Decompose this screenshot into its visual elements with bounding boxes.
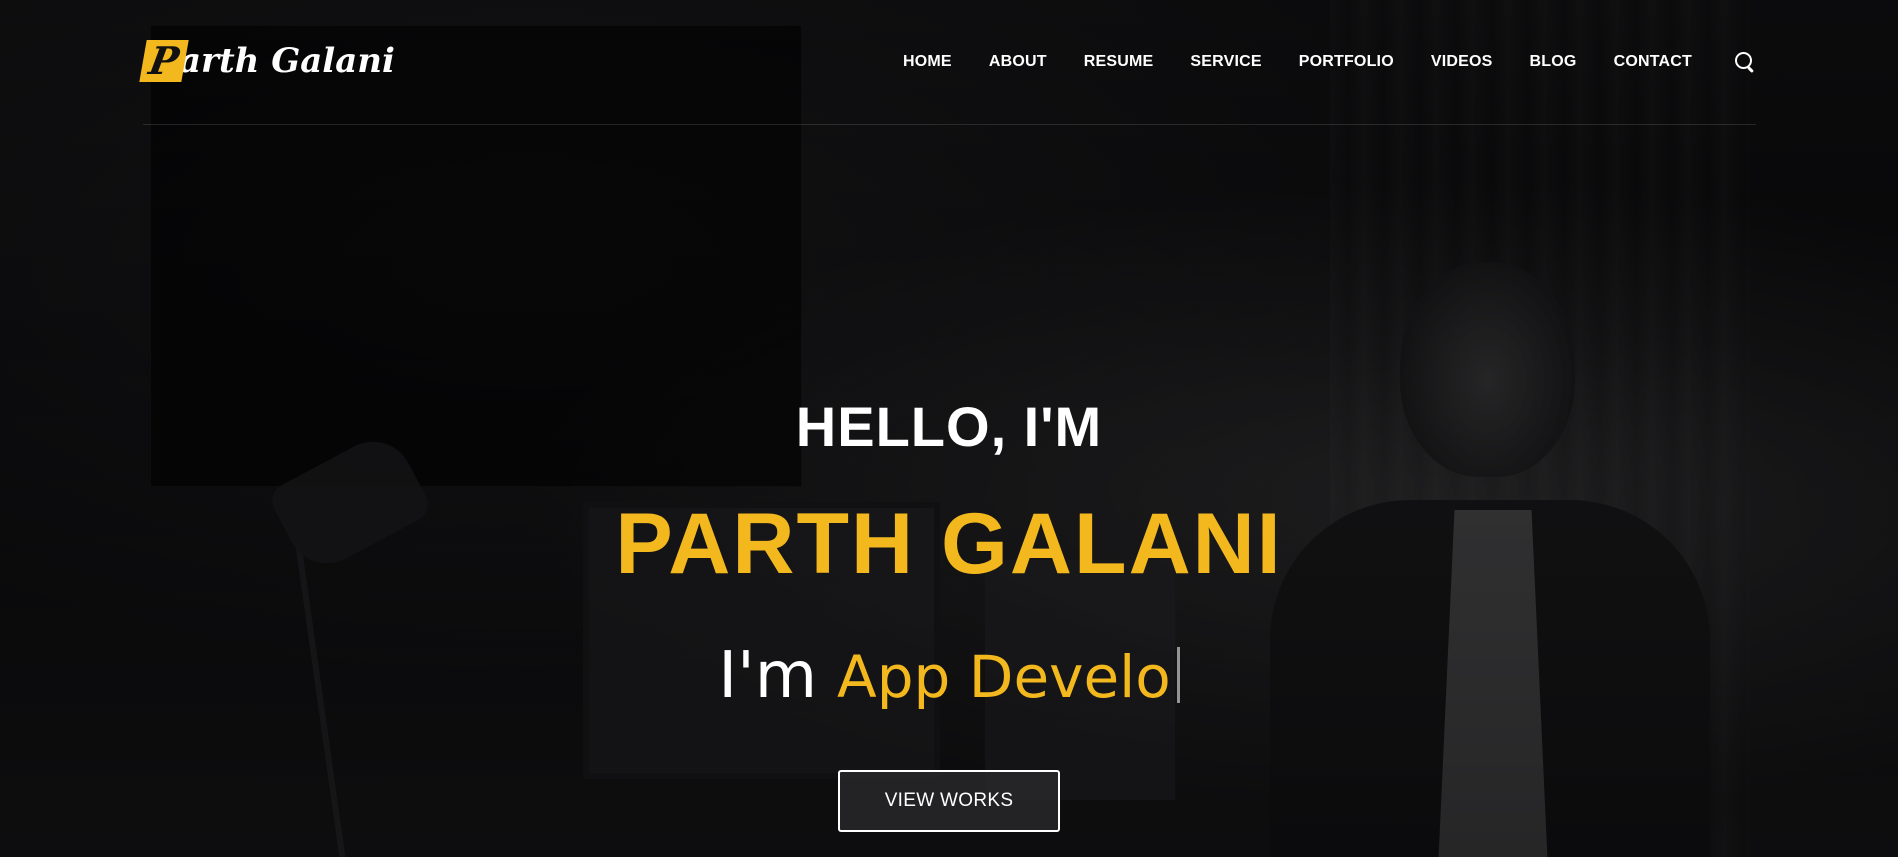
hero-content: HELLO, I'M PARTH GALANI I'm App Develo VI…: [0, 0, 1898, 857]
hero-section: P arth Galani HOME ABOUT RESUME SERVICE …: [0, 0, 1898, 857]
hero-typed-prefix: I'm: [718, 639, 818, 713]
view-works-button[interactable]: VIEW WORKS: [838, 770, 1060, 832]
hero-typed-line: I'm App Develo: [0, 636, 1898, 717]
typing-cursor: [1176, 647, 1180, 703]
hero-greeting: HELLO, I'M: [795, 395, 1103, 458]
hero-name: PARTH GALANI: [615, 496, 1283, 592]
hero-typed-text: App Develo: [837, 643, 1171, 711]
